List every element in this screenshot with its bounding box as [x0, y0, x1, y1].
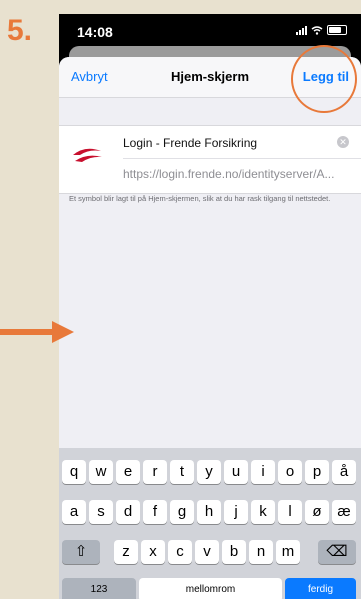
shortcut-name-field[interactable]: Login - Frende Forsikring [123, 136, 257, 150]
key[interactable]: v [195, 540, 219, 564]
key[interactable]: l [278, 500, 302, 524]
card-divider [123, 158, 361, 159]
battery-icon [327, 25, 347, 35]
step-number: 5. [7, 14, 33, 47]
phone-screen: 14:08 Avbryt Hjem-skjerm Legg til Login … [59, 14, 361, 599]
key[interactable]: w [89, 460, 113, 484]
key[interactable]: x [141, 540, 165, 564]
key[interactable]: æ [332, 500, 356, 524]
shift-key[interactable]: ⇧ [62, 540, 100, 564]
key[interactable]: q [62, 460, 86, 484]
site-logo [73, 148, 102, 162]
delete-key[interactable]: ⌫ [318, 540, 356, 564]
key[interactable]: a [62, 500, 86, 524]
key[interactable]: t [170, 460, 194, 484]
key[interactable]: å [332, 460, 356, 484]
keyboard: q w e r t y u i o p å a s d f g h j k l … [59, 448, 361, 599]
key[interactable]: f [143, 500, 167, 524]
key[interactable]: e [116, 460, 140, 484]
clear-icon[interactable]: ✕ [337, 136, 349, 148]
key[interactable]: h [197, 500, 221, 524]
key[interactable]: c [168, 540, 192, 564]
key[interactable]: g [170, 500, 194, 524]
key[interactable]: p [305, 460, 329, 484]
key[interactable]: d [116, 500, 140, 524]
wifi-icon [311, 25, 323, 35]
shortcut-url: https://login.frende.no/identityserver/A… [123, 167, 335, 181]
done-key[interactable]: ferdig [285, 578, 356, 599]
key[interactable]: i [251, 460, 275, 484]
highlight-circle [291, 45, 357, 113]
status-time: 14:08 [77, 24, 113, 40]
key[interactable]: j [224, 500, 248, 524]
numbers-key[interactable]: 123 [62, 578, 136, 599]
shortcut-card: Login - Frende Forsikring ✕ https://logi… [59, 125, 361, 194]
status-bar: 14:08 [59, 14, 361, 50]
signal-icon [296, 25, 307, 35]
pointer-arrow [0, 321, 74, 343]
info-text: Et symbol blir lagt til på Hjem-skjermen… [69, 194, 331, 203]
key[interactable]: y [197, 460, 221, 484]
key[interactable]: ø [305, 500, 329, 524]
key[interactable]: k [251, 500, 275, 524]
key[interactable]: r [143, 460, 167, 484]
key[interactable]: o [278, 460, 302, 484]
status-icons [296, 25, 347, 35]
key[interactable]: s [89, 500, 113, 524]
key[interactable]: m [276, 540, 300, 564]
space-key[interactable]: mellomrom [139, 578, 282, 599]
key[interactable]: n [249, 540, 273, 564]
key[interactable]: z [114, 540, 138, 564]
key[interactable]: u [224, 460, 248, 484]
key[interactable]: b [222, 540, 246, 564]
